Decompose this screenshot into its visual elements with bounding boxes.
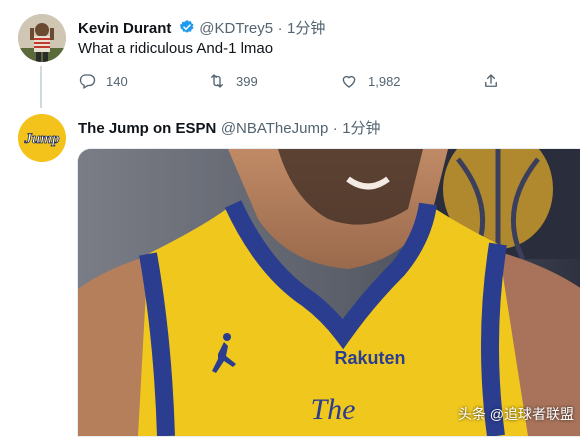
tweet2-header: The Jump on ESPN @NBATheJump · 1分钟 [78, 117, 381, 138]
jersey-sponsor-text: Rakuten [334, 348, 405, 368]
reply-button[interactable]: 140 [78, 72, 128, 90]
tweet-media-image[interactable]: Rakuten The 头条 @追球者联盟 [77, 148, 580, 437]
retweet-count: 399 [236, 73, 258, 89]
tweet1-header: Kevin Durant @KDTrey5 · 1分钟 [78, 17, 325, 38]
the-jump-avatar[interactable]: Jump [18, 114, 66, 162]
author-handle[interactable]: @KDTrey5 [199, 20, 273, 37]
toutiao-watermark: 头条 @追球者联盟 [457, 406, 574, 422]
jersey-script-text: The [311, 393, 356, 426]
kevin-durant-avatar[interactable] [18, 14, 66, 62]
tweet-text: What a ridiculous And-1 lmao [78, 40, 274, 57]
tweet-time[interactable]: 1分钟 [287, 20, 325, 37]
dot-separator: · [277, 20, 283, 37]
dot-separator: · [332, 120, 338, 137]
thread-connector-line [40, 66, 42, 108]
the-jump-logo: Jump [18, 114, 66, 162]
player-photo: Rakuten The [78, 149, 580, 436]
verified-badge-icon [179, 20, 194, 33]
avatar-photo [18, 14, 66, 62]
reply-count: 140 [106, 73, 128, 89]
retweet-button[interactable]: 399 [208, 72, 258, 90]
author-name[interactable]: Kevin Durant [78, 20, 171, 37]
avatar-logo-text: Jump [23, 131, 60, 147]
like-icon [342, 75, 356, 88]
retweet-icon [211, 74, 223, 88]
share-icon [485, 74, 497, 87]
reply-icon [79, 74, 96, 89]
author-name[interactable]: The Jump on ESPN [78, 120, 216, 137]
author-handle[interactable]: @NBATheJump [221, 120, 328, 137]
share-button[interactable] [482, 72, 500, 90]
tweet-time[interactable]: 1分钟 [342, 120, 380, 137]
tweet-actions: 140 399 1,982 [78, 72, 508, 92]
like-count: 1,982 [368, 73, 401, 89]
like-button[interactable]: 1,982 [340, 72, 401, 90]
